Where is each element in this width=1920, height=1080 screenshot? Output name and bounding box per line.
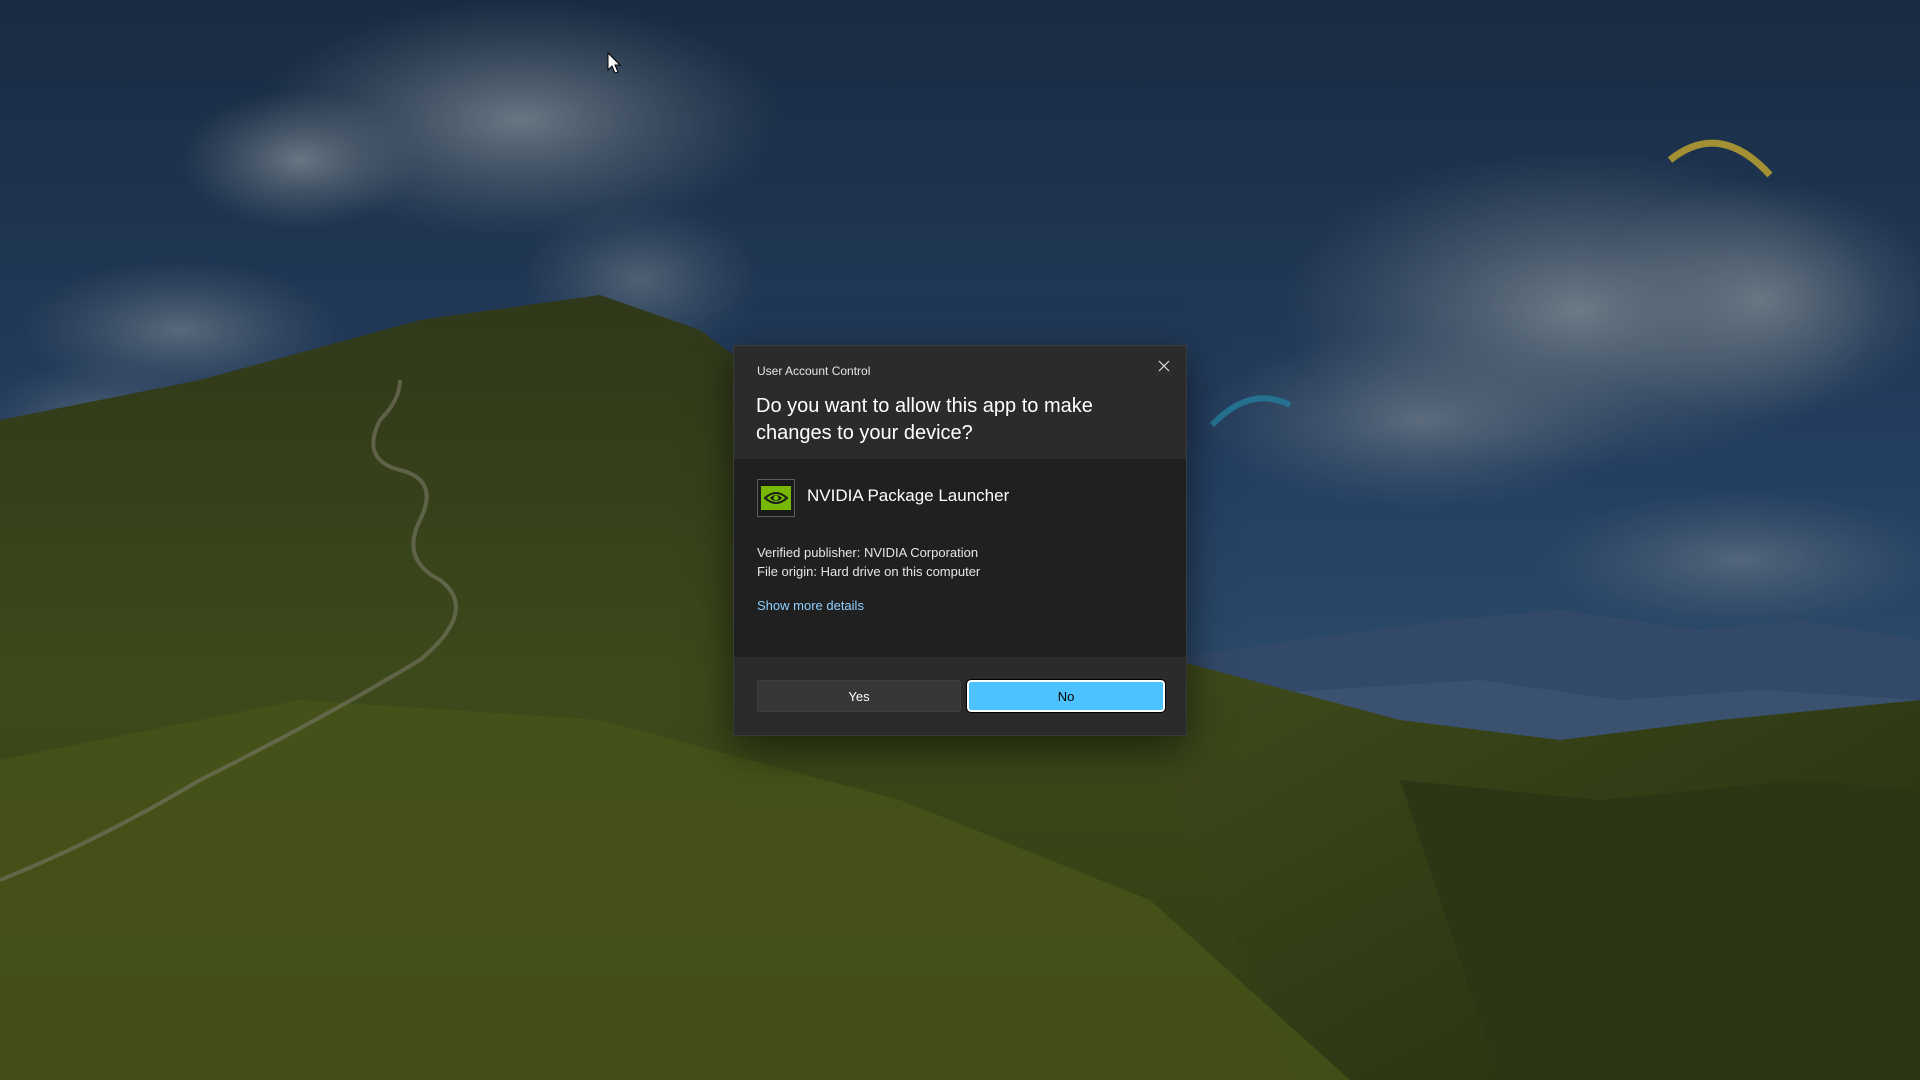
close-icon: [1158, 360, 1170, 372]
app-icon: [757, 479, 795, 517]
verified-publisher: Verified publisher: NVIDIA Corporation: [757, 545, 979, 560]
uac-dialog: User Account Control Do you want to allo…: [733, 345, 1187, 736]
close-button[interactable]: [1150, 354, 1178, 378]
publisher-info: Verified publisher: NVIDIA Corporation F…: [757, 543, 980, 581]
uac-body: NVIDIA Package Launcher Verified publish…: [734, 459, 1186, 657]
no-button[interactable]: No: [966, 679, 1166, 713]
uac-header: User Account Control Do you want to allo…: [734, 346, 1186, 459]
uac-window-title: User Account Control: [757, 364, 871, 378]
uac-question: Do you want to allow this app to make ch…: [756, 395, 1093, 444]
yes-button[interactable]: Yes: [757, 680, 961, 712]
app-name: NVIDIA Package Launcher: [807, 486, 1010, 505]
file-origin: File origin: Hard drive on this computer: [757, 564, 981, 579]
uac-footer: Yes No: [734, 657, 1186, 735]
nvidia-logo-icon: [761, 486, 791, 510]
mouse-cursor-icon: [607, 52, 622, 74]
desktop: User Account Control Do you want to allo…: [0, 0, 1920, 1080]
show-more-details-link[interactable]: Show more details: [757, 598, 864, 613]
